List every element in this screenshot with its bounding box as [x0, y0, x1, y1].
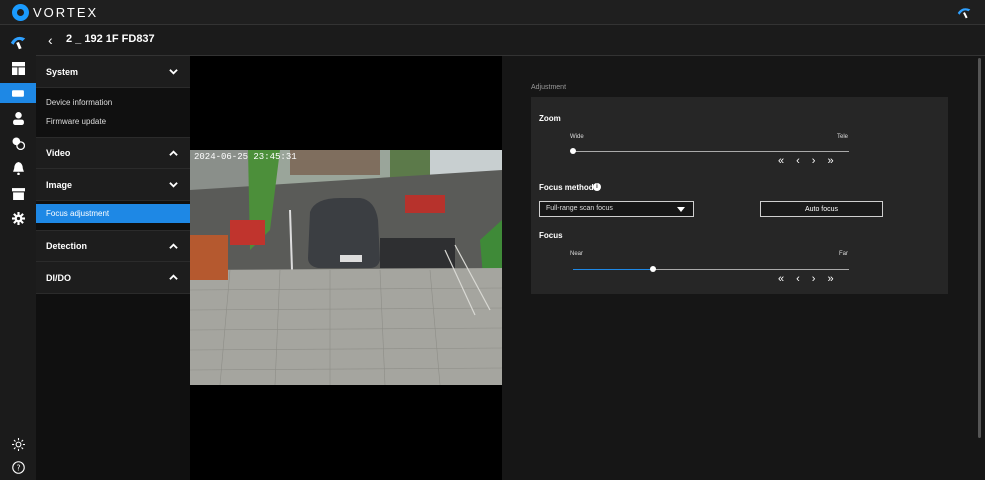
- caret-down-icon: [677, 207, 685, 212]
- brightness-icon[interactable]: [0, 434, 36, 454]
- adjustment-title: Adjustment: [531, 84, 567, 91]
- zoom-label: Zoom: [539, 114, 561, 123]
- focus-forward-button[interactable]: ›: [812, 273, 816, 285]
- gear-icon[interactable]: [0, 208, 36, 228]
- zoom-slider-track[interactable]: [573, 151, 849, 152]
- focus-back-button[interactable]: ‹: [796, 273, 800, 285]
- brand: VORTEX: [12, 4, 98, 21]
- focus-fast-back-button[interactable]: «: [778, 273, 784, 285]
- svg-text:?: ?: [16, 463, 20, 472]
- live-video-feed: 2024-06-25 23:45:31: [190, 150, 502, 385]
- focus-method-select[interactable]: Full-range scan focus: [539, 201, 694, 217]
- icon-rail: ?: [0, 25, 36, 480]
- info-icon[interactable]: i: [593, 183, 601, 191]
- video-timestamp: 2024-06-25 23:45:31: [194, 152, 297, 162]
- zoom-min-label: Wide: [570, 134, 584, 140]
- top-bar: VORTEX: [0, 0, 985, 25]
- menu-section-system[interactable]: System: [36, 56, 190, 88]
- brand-logo-icon: [12, 4, 29, 21]
- chevron-down-icon: [169, 67, 178, 76]
- zoom-back-button[interactable]: ‹: [796, 155, 800, 167]
- menu-section-di-do[interactable]: DI/DO: [36, 262, 190, 294]
- zoom-fast-forward-button[interactable]: »: [827, 155, 833, 167]
- menu-system-items: Device information Firmware update: [36, 88, 190, 137]
- video-area: 2024-06-25 23:45:31: [190, 56, 502, 480]
- focus-fast-forward-button[interactable]: »: [827, 273, 833, 285]
- user-icon[interactable]: [0, 108, 36, 128]
- zoom-slider-thumb[interactable]: [570, 148, 576, 154]
- focus-method-value: Full-range scan focus: [546, 205, 613, 212]
- camera-icon[interactable]: [0, 83, 36, 103]
- menu-section-label: Image: [46, 179, 73, 190]
- adjustment-card: Zoom Wide Tele « ‹ › » Focus method i Fu…: [531, 97, 948, 294]
- auto-focus-button[interactable]: Auto focus: [760, 201, 883, 217]
- zoom-max-label: Tele: [837, 134, 849, 140]
- menu-section-video[interactable]: Video: [36, 137, 190, 169]
- focus-step-controls: « ‹ › »: [778, 273, 834, 285]
- menu-item-firmware-update[interactable]: Firmware update: [36, 112, 190, 131]
- chevron-up-icon: [169, 273, 178, 282]
- back-button[interactable]: ‹: [48, 32, 53, 48]
- menu-item-focus-adjustment[interactable]: Focus adjustment: [36, 204, 190, 223]
- menu-section-label: DI/DO: [46, 272, 72, 283]
- zoom-fast-back-button[interactable]: «: [778, 155, 784, 167]
- archive-icon[interactable]: [0, 183, 36, 203]
- adjustment-panel: Adjustment Zoom Wide Tele « ‹ › » Focus …: [502, 56, 985, 480]
- dashboard-icon[interactable]: [0, 58, 36, 78]
- chevron-up-icon: [169, 242, 178, 251]
- brand-name: VORTEX: [33, 5, 99, 20]
- focus-slider-fill: [573, 269, 654, 270]
- settings-menu: System Device information Firmware updat…: [36, 56, 190, 480]
- focus-slider-thumb[interactable]: [650, 266, 657, 272]
- menu-image-items: Focus adjustment: [36, 201, 190, 230]
- menu-section-detection[interactable]: Detection: [36, 230, 190, 262]
- chevron-up-icon: [169, 149, 178, 158]
- menu-section-image[interactable]: Image: [36, 169, 190, 201]
- focus-max-label: Far: [839, 251, 848, 257]
- scrollbar[interactable]: [978, 58, 981, 438]
- brand-swirl-icon[interactable]: [955, 4, 973, 22]
- brand-swirl-icon[interactable]: [0, 31, 36, 53]
- focus-label: Focus: [539, 231, 563, 240]
- focus-method-label: Focus method: [539, 183, 594, 192]
- menu-section-label: System: [46, 66, 79, 77]
- menu-section-label: Video: [46, 148, 71, 158]
- device-header: ‹ 2 _ 192 1F FD837: [36, 25, 985, 56]
- menu-item-device-information[interactable]: Device information: [36, 93, 190, 112]
- tags-icon[interactable]: [0, 133, 36, 153]
- menu-section-label: Detection: [46, 241, 88, 251]
- focus-min-label: Near: [570, 251, 584, 257]
- zoom-forward-button[interactable]: ›: [812, 155, 816, 167]
- zoom-step-controls: « ‹ › »: [778, 155, 834, 167]
- help-icon[interactable]: ?: [0, 457, 36, 477]
- device-name: 2 _ 192 1F FD837: [66, 33, 155, 45]
- bell-icon[interactable]: [0, 158, 36, 178]
- camera-scene: [190, 150, 502, 385]
- chevron-down-icon: [169, 180, 178, 189]
